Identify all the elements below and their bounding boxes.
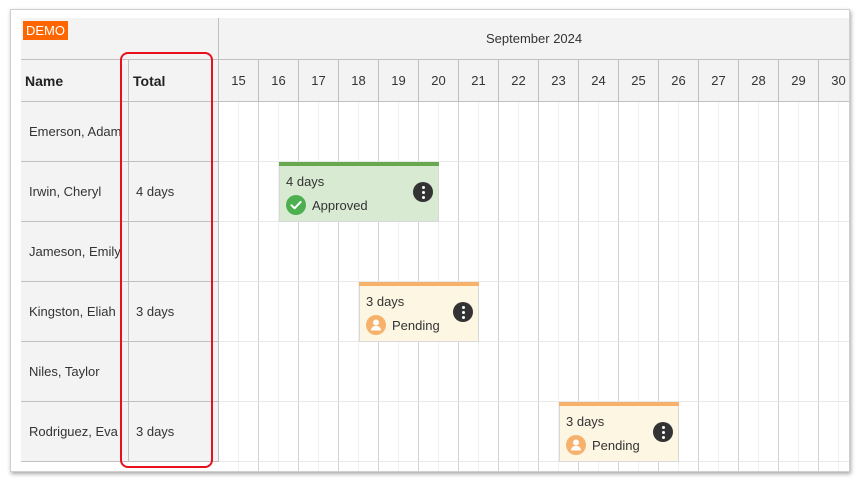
row-total-cell xyxy=(129,102,219,162)
day-header-29: 29 xyxy=(779,60,819,102)
leave-event[interactable]: 3 days Pending xyxy=(559,402,679,462)
event-status-label: Approved xyxy=(312,197,368,213)
day-header-20: 20 xyxy=(419,60,459,102)
grid-row-line xyxy=(219,341,849,342)
day-header-15: 15 xyxy=(219,60,259,102)
grid-half-day-line xyxy=(238,102,239,471)
menu-dot-icon xyxy=(421,185,425,189)
event-status-bar xyxy=(279,162,439,166)
day-header-17: 17 xyxy=(299,60,339,102)
day-header-25: 25 xyxy=(619,60,659,102)
month-header: September 2024 xyxy=(219,18,849,60)
grid-day-line xyxy=(778,102,779,471)
row-name-cell: Jameson, Emily xyxy=(21,222,129,282)
grid-half-day-line xyxy=(758,102,759,471)
header-corner: DEMO xyxy=(21,18,219,60)
row-total-cell: 4 days xyxy=(129,162,219,222)
grid-day-line xyxy=(738,102,739,471)
event-status: Approved xyxy=(286,195,368,215)
grid-day-line xyxy=(818,102,819,471)
grid-row-line xyxy=(219,401,849,402)
event-duration: 4 days xyxy=(286,174,325,189)
day-header-21: 21 xyxy=(459,60,499,102)
grid-day-line xyxy=(538,102,539,471)
leave-event[interactable]: 4 days Approved xyxy=(279,162,439,222)
menu-dot-icon xyxy=(661,425,665,429)
day-header-16: 16 xyxy=(259,60,299,102)
menu-dot-icon xyxy=(421,195,425,199)
event-menu-button[interactable] xyxy=(453,302,473,322)
month-header-divider xyxy=(849,18,850,60)
event-status-label: Pending xyxy=(592,437,640,453)
person-circle-icon xyxy=(366,315,386,335)
grid-day-line xyxy=(258,102,259,471)
row-name-cell: Emerson, Adam xyxy=(21,102,129,162)
event-status: Pending xyxy=(566,435,640,455)
row-total-cell: 3 days xyxy=(129,402,219,462)
grid-half-day-line xyxy=(278,102,279,471)
event-status-bar xyxy=(359,282,479,286)
menu-dot-icon xyxy=(661,430,665,434)
event-status-label: Pending xyxy=(392,317,440,333)
row-name-cell: Kingston, Eliah xyxy=(21,282,129,342)
day-header-23: 23 xyxy=(539,60,579,102)
grid-half-day-line xyxy=(318,102,319,471)
menu-dot-icon xyxy=(661,435,665,439)
grid-row-line xyxy=(219,281,849,282)
event-status: Pending xyxy=(366,315,440,335)
day-header-28: 28 xyxy=(739,60,779,102)
day-header-24: 24 xyxy=(579,60,619,102)
demo-badge: DEMO xyxy=(23,21,68,40)
grid-half-day-line xyxy=(798,102,799,471)
event-duration: 3 days xyxy=(366,294,405,309)
person-circle-icon xyxy=(566,435,586,455)
timeline-grid[interactable]: 4 days Approved 3 days Pending 3 days Pending xyxy=(219,102,849,471)
grid-half-day-line xyxy=(838,102,839,471)
scheduler: DEMO September 2024 Name Total 4 days App… xyxy=(21,18,850,471)
scheduler-frame: DEMO September 2024 Name Total 4 days App… xyxy=(10,9,850,472)
menu-dot-icon xyxy=(461,305,465,309)
event-menu-button[interactable] xyxy=(413,182,433,202)
leave-event[interactable]: 3 days Pending xyxy=(359,282,479,342)
day-header-30: 30 xyxy=(819,60,849,102)
row-total-cell xyxy=(129,342,219,402)
menu-dot-icon xyxy=(461,310,465,314)
day-header-19: 19 xyxy=(379,60,419,102)
day-header-27: 27 xyxy=(699,60,739,102)
grid-day-line xyxy=(338,102,339,471)
grid-day-line xyxy=(498,102,499,471)
day-header-18: 18 xyxy=(339,60,379,102)
column-header-name[interactable]: Name xyxy=(21,60,129,102)
row-total-cell: 3 days xyxy=(129,282,219,342)
grid-row-line xyxy=(219,461,849,462)
day-header-26: 26 xyxy=(659,60,699,102)
event-status-bar xyxy=(559,402,679,406)
check-circle-icon xyxy=(286,195,306,215)
row-name-cell: Irwin, Cheryl xyxy=(21,162,129,222)
event-duration: 3 days xyxy=(566,414,605,429)
day-header-22: 22 xyxy=(499,60,539,102)
row-name-cell: Niles, Taylor xyxy=(21,342,129,402)
menu-dot-icon xyxy=(421,190,425,194)
row-name-cell: Rodriguez, Eva xyxy=(21,402,129,462)
menu-dot-icon xyxy=(461,315,465,319)
grid-half-day-line xyxy=(718,102,719,471)
grid-day-line xyxy=(698,102,699,471)
column-header-total[interactable]: Total xyxy=(129,60,219,102)
grid-half-day-line xyxy=(518,102,519,471)
grid-day-line xyxy=(298,102,299,471)
row-total-cell xyxy=(129,222,219,282)
event-menu-button[interactable] xyxy=(653,422,673,442)
